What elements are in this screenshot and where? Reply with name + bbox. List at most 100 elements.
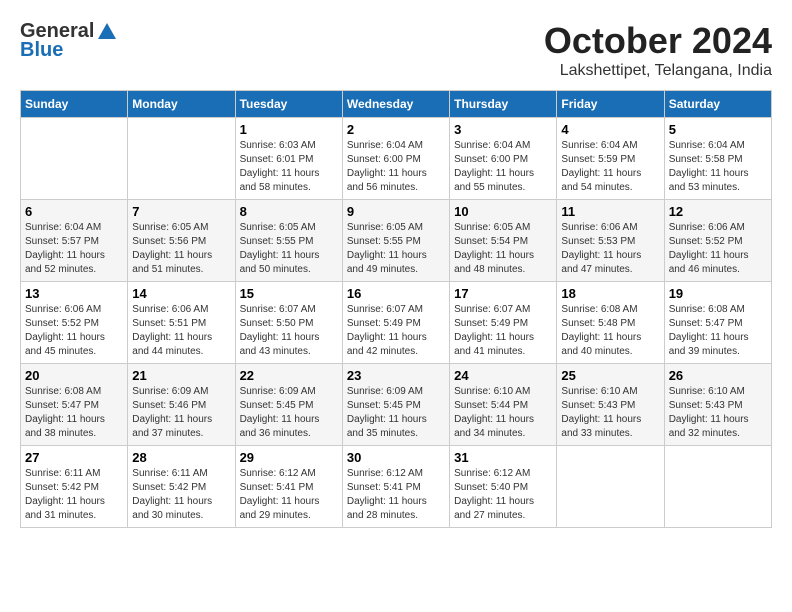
calendar-cell: 20 Sunrise: 6:08 AMSunset: 5:47 PMDayligh…: [21, 364, 128, 446]
day-info: Sunrise: 6:04 AMSunset: 5:59 PMDaylight:…: [561, 139, 659, 195]
day-info: Sunrise: 6:04 AMSunset: 5:57 PMDaylight:…: [25, 221, 123, 277]
calendar-cell: 23 Sunrise: 6:09 AMSunset: 5:45 PMDayligh…: [342, 364, 449, 446]
day-number: 27: [25, 450, 123, 465]
day-info: Sunrise: 6:12 AMSunset: 5:41 PMDaylight:…: [240, 467, 338, 523]
day-info: Sunrise: 6:07 AMSunset: 5:50 PMDaylight:…: [240, 303, 338, 359]
logo-icon: [96, 21, 118, 43]
calendar-cell: 7Sunrise: 6:05 AMSunset: 5:56 PMDaylight…: [128, 200, 235, 282]
day-info: Sunrise: 6:05 AMSunset: 5:55 PMDaylight:…: [240, 221, 338, 277]
calendar-week-4: 20 Sunrise: 6:08 AMSunset: 5:47 PMDayligh…: [21, 364, 772, 446]
calendar-week-5: 27 Sunrise: 6:11 AMSunset: 5:42 PMDayligh…: [21, 446, 772, 528]
day-number: 15: [240, 286, 338, 301]
day-number: 13: [25, 286, 123, 301]
header-monday: Monday: [128, 91, 235, 118]
day-info: Sunrise: 6:11 AMSunset: 5:42 PMDaylight:…: [25, 467, 123, 523]
day-info: Sunrise: 6:04 AMSunset: 5:58 PMDaylight:…: [669, 139, 767, 195]
day-info: Sunrise: 6:08 AMSunset: 5:47 PMDaylight:…: [25, 385, 123, 441]
day-number: 8: [240, 204, 338, 219]
calendar-header: Sunday Monday Tuesday Wednesday Thursday…: [21, 91, 772, 118]
day-number: 29: [240, 450, 338, 465]
day-info: Sunrise: 6:07 AMSunset: 5:49 PMDaylight:…: [454, 303, 552, 359]
day-info: Sunrise: 6:04 AMSunset: 6:00 PMDaylight:…: [347, 139, 445, 195]
day-number: 6: [25, 204, 123, 219]
calendar-cell: 3Sunrise: 6:04 AMSunset: 6:00 PMDaylight…: [450, 118, 557, 200]
day-number: 9: [347, 204, 445, 219]
day-number: 28: [132, 450, 230, 465]
logo-blue-text: Blue: [20, 39, 63, 62]
calendar-cell: 19Sunrise: 6:08 AMSunset: 5:47 PMDayligh…: [664, 282, 771, 364]
day-info: Sunrise: 6:09 AMSunset: 5:46 PMDaylight:…: [132, 385, 230, 441]
calendar-cell: [128, 118, 235, 200]
header-saturday: Saturday: [664, 91, 771, 118]
calendar-cell: [664, 446, 771, 528]
calendar-cell: 11 Sunrise: 6:06 AMSunset: 5:53 PMDayligh…: [557, 200, 664, 282]
location-subtitle: Lakshettipet, Telangana, India: [544, 62, 772, 80]
day-info: Sunrise: 6:12 AMSunset: 5:40 PMDaylight:…: [454, 467, 552, 523]
calendar-cell: 27 Sunrise: 6:11 AMSunset: 5:42 PMDayligh…: [21, 446, 128, 528]
calendar-cell: 15 Sunrise: 6:07 AMSunset: 5:50 PMDayligh…: [235, 282, 342, 364]
day-number: 22: [240, 368, 338, 383]
day-number: 14: [132, 286, 230, 301]
calendar-cell: 24 Sunrise: 6:10 AMSunset: 5:44 PMDayligh…: [450, 364, 557, 446]
day-number: 5: [669, 122, 767, 137]
day-number: 31: [454, 450, 552, 465]
day-info: Sunrise: 6:07 AMSunset: 5:49 PMDaylight:…: [347, 303, 445, 359]
calendar-cell: 22Sunrise: 6:09 AMSunset: 5:45 PMDayligh…: [235, 364, 342, 446]
day-info: Sunrise: 6:09 AMSunset: 5:45 PMDaylight:…: [347, 385, 445, 441]
day-number: 16: [347, 286, 445, 301]
day-number: 26: [669, 368, 767, 383]
day-number: 4: [561, 122, 659, 137]
day-number: 11: [561, 204, 659, 219]
calendar-cell: [21, 118, 128, 200]
calendar-cell: 4 Sunrise: 6:04 AMSunset: 5:59 PMDaylight…: [557, 118, 664, 200]
day-info: Sunrise: 6:06 AMSunset: 5:53 PMDaylight:…: [561, 221, 659, 277]
header-tuesday: Tuesday: [235, 91, 342, 118]
day-info: Sunrise: 6:04 AMSunset: 6:00 PMDaylight:…: [454, 139, 552, 195]
calendar-cell: 25 Sunrise: 6:10 AMSunset: 5:43 PMDayligh…: [557, 364, 664, 446]
day-number: 20: [25, 368, 123, 383]
calendar-cell: 13 Sunrise: 6:06 AMSunset: 5:52 PMDayligh…: [21, 282, 128, 364]
day-number: 19: [669, 286, 767, 301]
calendar-week-3: 13 Sunrise: 6:06 AMSunset: 5:52 PMDayligh…: [21, 282, 772, 364]
day-number: 17: [454, 286, 552, 301]
day-info: Sunrise: 6:11 AMSunset: 5:42 PMDaylight:…: [132, 467, 230, 523]
day-info: Sunrise: 6:10 AMSunset: 5:44 PMDaylight:…: [454, 385, 552, 441]
day-info: Sunrise: 6:06 AMSunset: 5:52 PMDaylight:…: [669, 221, 767, 277]
day-number: 10: [454, 204, 552, 219]
day-number: 2: [347, 122, 445, 137]
calendar-cell: 6 Sunrise: 6:04 AMSunset: 5:57 PMDaylight…: [21, 200, 128, 282]
day-number: 30: [347, 450, 445, 465]
calendar-cell: 1Sunrise: 6:03 AMSunset: 6:01 PMDaylight…: [235, 118, 342, 200]
header-friday: Friday: [557, 91, 664, 118]
calendar-cell: 16 Sunrise: 6:07 AMSunset: 5:49 PMDayligh…: [342, 282, 449, 364]
day-number: 18: [561, 286, 659, 301]
calendar-cell: 5 Sunrise: 6:04 AMSunset: 5:58 PMDaylight…: [664, 118, 771, 200]
title-section: October 2024 Lakshettipet, Telangana, In…: [544, 20, 772, 80]
calendar-cell: 12Sunrise: 6:06 AMSunset: 5:52 PMDayligh…: [664, 200, 771, 282]
day-info: Sunrise: 6:10 AMSunset: 5:43 PMDaylight:…: [561, 385, 659, 441]
header-wednesday: Wednesday: [342, 91, 449, 118]
calendar-cell: 9 Sunrise: 6:05 AMSunset: 5:55 PMDaylight…: [342, 200, 449, 282]
calendar-cell: 14Sunrise: 6:06 AMSunset: 5:51 PMDayligh…: [128, 282, 235, 364]
day-info: Sunrise: 6:08 AMSunset: 5:48 PMDaylight:…: [561, 303, 659, 359]
day-info: Sunrise: 6:06 AMSunset: 5:52 PMDaylight:…: [25, 303, 123, 359]
day-number: 24: [454, 368, 552, 383]
day-info: Sunrise: 6:05 AMSunset: 5:54 PMDaylight:…: [454, 221, 552, 277]
header-row: Sunday Monday Tuesday Wednesday Thursday…: [21, 91, 772, 118]
calendar-cell: 8 Sunrise: 6:05 AMSunset: 5:55 PMDaylight…: [235, 200, 342, 282]
day-info: Sunrise: 6:10 AMSunset: 5:43 PMDaylight:…: [669, 385, 767, 441]
calendar-cell: 10 Sunrise: 6:05 AMSunset: 5:54 PMDayligh…: [450, 200, 557, 282]
day-info: Sunrise: 6:12 AMSunset: 5:41 PMDaylight:…: [347, 467, 445, 523]
logo: General Blue: [20, 20, 120, 62]
calendar-table: Sunday Monday Tuesday Wednesday Thursday…: [20, 90, 772, 528]
calendar-cell: 18 Sunrise: 6:08 AMSunset: 5:48 PMDayligh…: [557, 282, 664, 364]
calendar-cell: 17 Sunrise: 6:07 AMSunset: 5:49 PMDayligh…: [450, 282, 557, 364]
calendar-cell: 30 Sunrise: 6:12 AMSunset: 5:41 PMDayligh…: [342, 446, 449, 528]
day-info: Sunrise: 6:05 AMSunset: 5:55 PMDaylight:…: [347, 221, 445, 277]
day-number: 25: [561, 368, 659, 383]
calendar-cell: 28 Sunrise: 6:11 AMSunset: 5:42 PMDayligh…: [128, 446, 235, 528]
calendar-cell: 31 Sunrise: 6:12 AMSunset: 5:40 PMDayligh…: [450, 446, 557, 528]
day-number: 23: [347, 368, 445, 383]
day-number: 21: [132, 368, 230, 383]
day-info: Sunrise: 6:05 AMSunset: 5:56 PMDaylight:…: [132, 221, 230, 277]
